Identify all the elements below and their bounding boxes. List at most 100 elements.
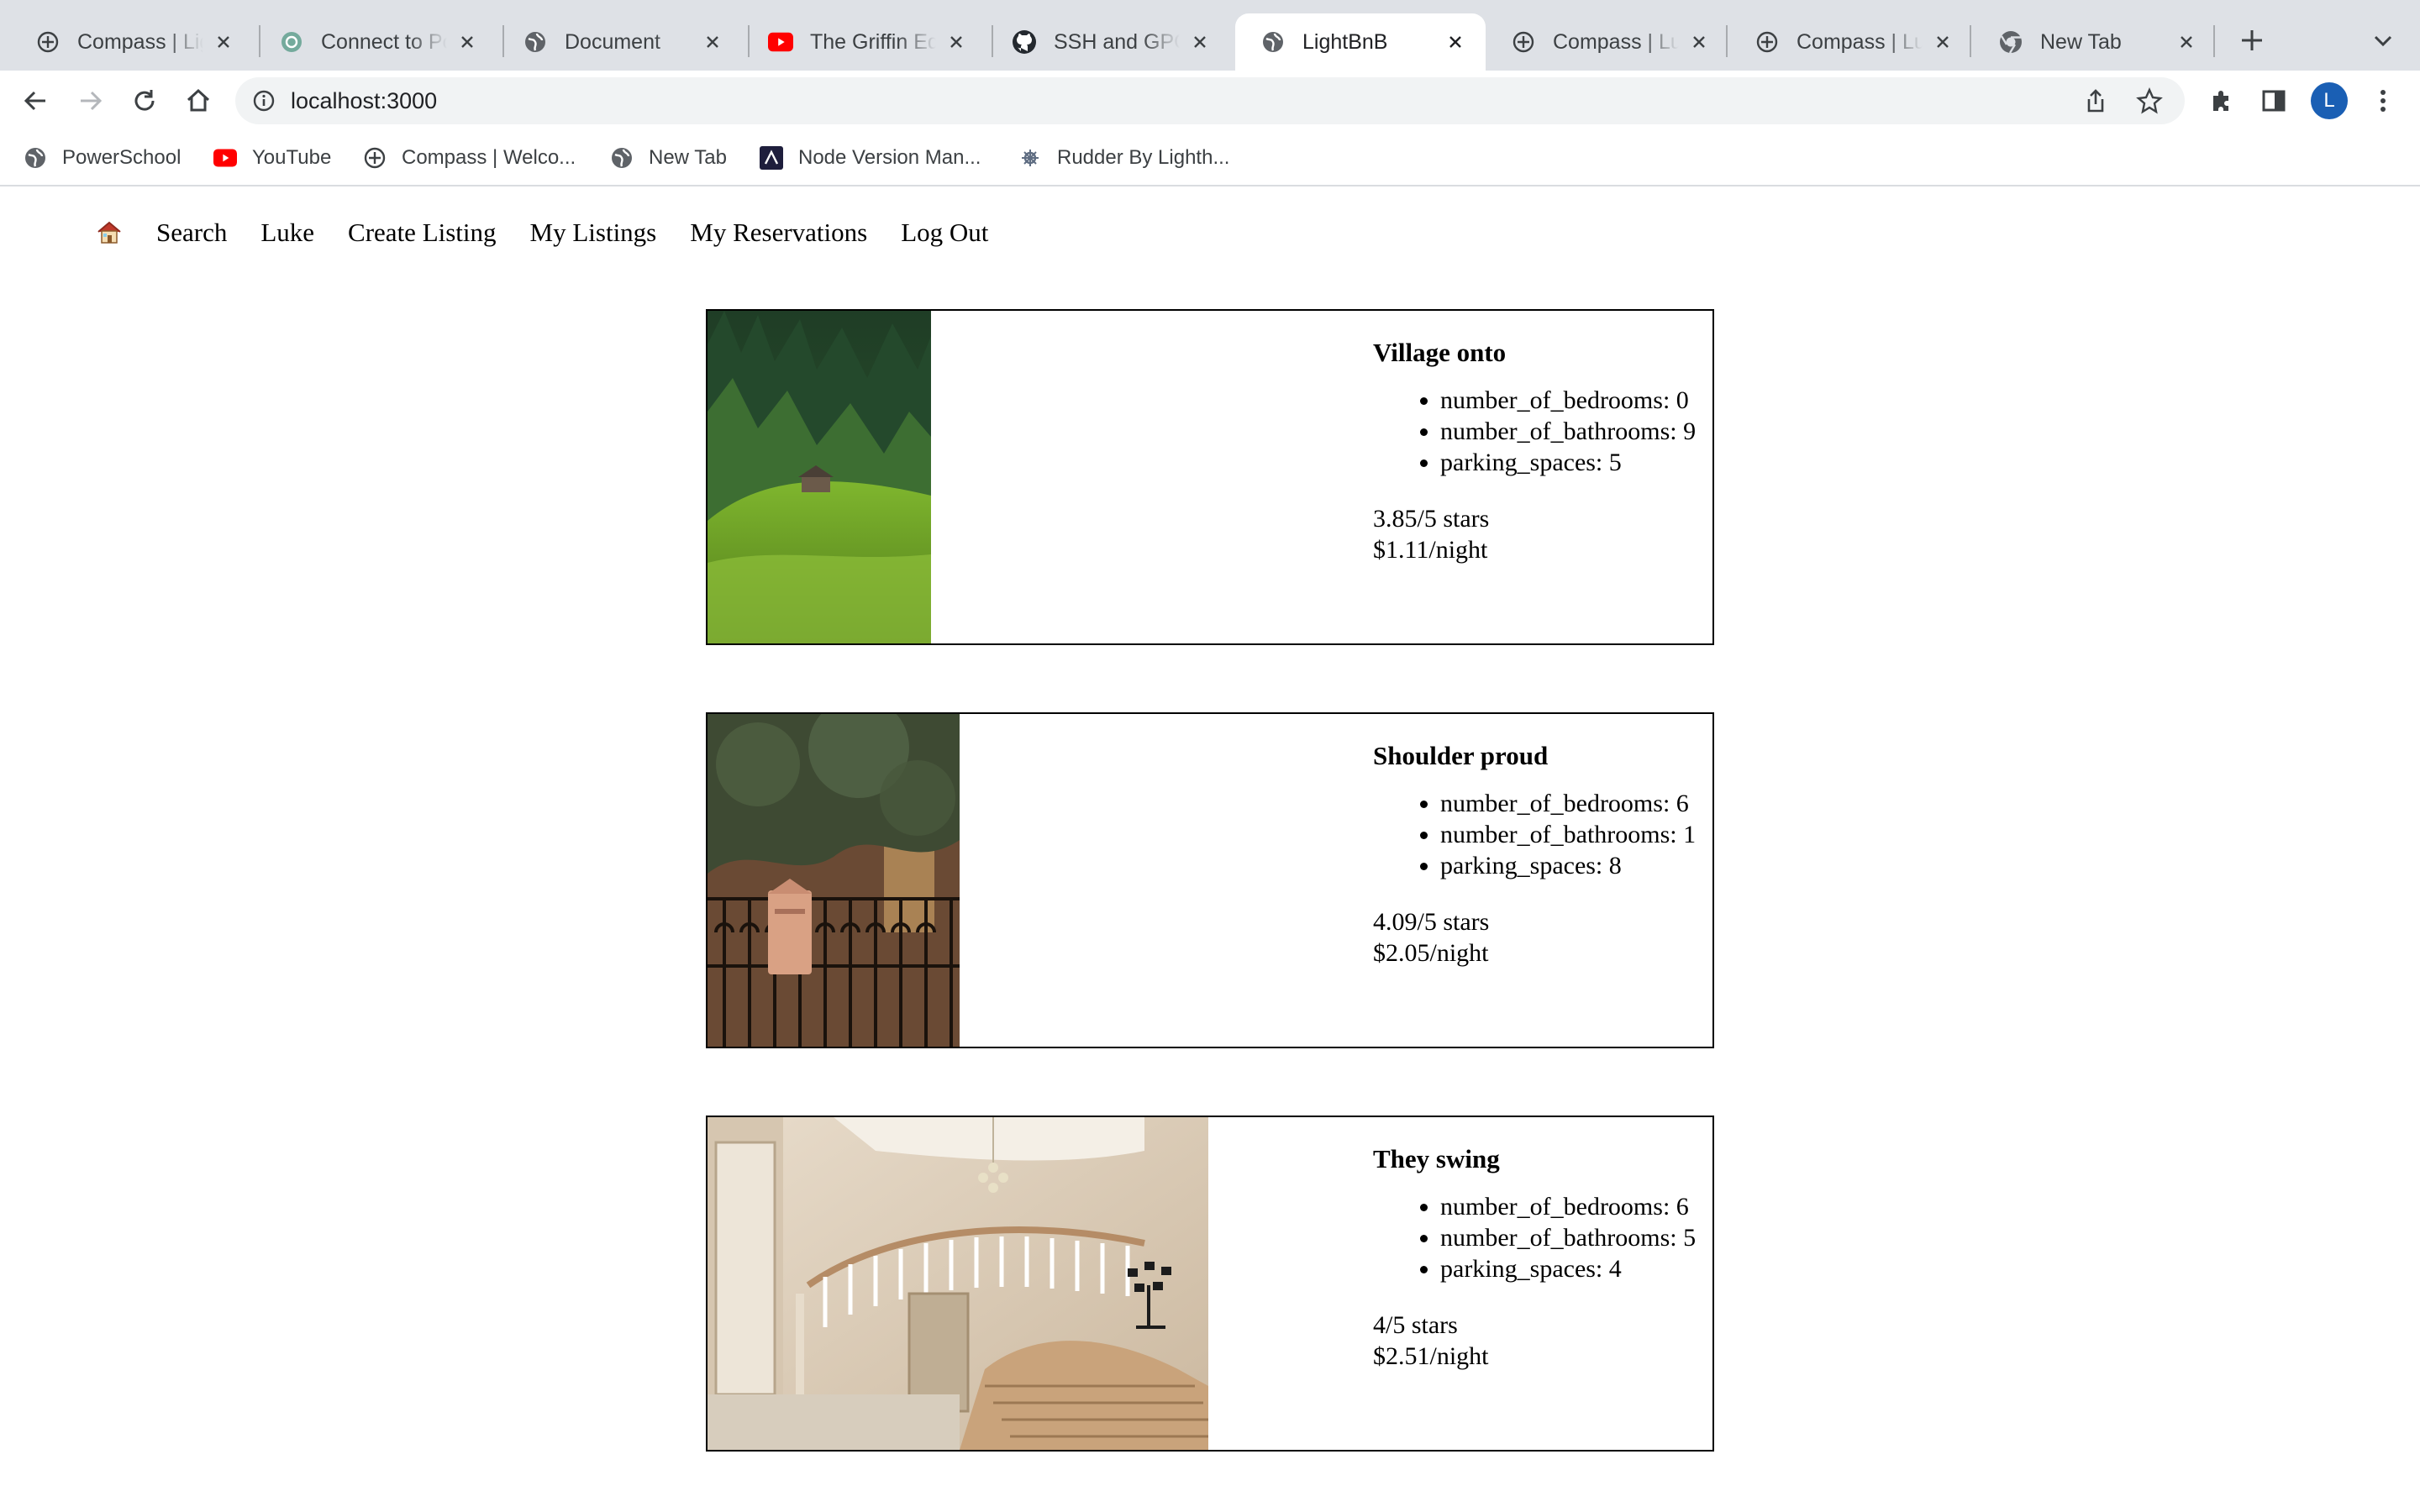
bookmark-node-version-manager[interactable]: Node Version Man...: [760, 143, 981, 173]
compass-icon: [1511, 29, 1536, 55]
listing-rating: 3.85/5 stars: [1373, 505, 1490, 533]
listing-features: number_of_bedrooms: 6 number_of_bathroom…: [1373, 1191, 1696, 1284]
home-button[interactable]: [180, 82, 217, 119]
listing-details: They swing number_of_bedrooms: 6 number_…: [1373, 1142, 1696, 1372]
url-text[interactable]: localhost:3000: [291, 77, 437, 124]
nav-log-out-link[interactable]: Log Out: [901, 218, 988, 248]
share-icon[interactable]: [2082, 87, 2109, 114]
profile-avatar[interactable]: L: [2311, 82, 2348, 119]
nvm-icon: [760, 146, 783, 170]
listing-features: number_of_bedrooms: 0 number_of_bathroom…: [1373, 385, 1696, 478]
reload-icon: [134, 90, 155, 111]
page-content: Search Luke Create Listing My Listings M…: [0, 186, 2420, 1512]
tab-compass-lighthouse[interactable]: Compass | Lighthouse Labs: [10, 13, 254, 71]
gate-mailbox-photo: [708, 714, 960, 1047]
listing-details: Shoulder proud number_of_bedrooms: 6 num…: [1373, 739, 1696, 969]
tab-title: Document: [565, 29, 660, 54]
info-icon[interactable]: [252, 89, 276, 113]
nav-my-listings-link[interactable]: My Listings: [530, 218, 657, 248]
staircase-foyer-photo: [708, 1117, 1208, 1450]
bathrooms-item: number_of_bathrooms: 5: [1440, 1222, 1696, 1253]
close-icon[interactable]: [2175, 30, 2198, 54]
tab-document[interactable]: Document: [497, 13, 743, 71]
tab-connect-postgres[interactable]: Connect to Postgres: [254, 13, 497, 71]
bookmarks-bar: PowerSchool YouTube Compass | Welco... N…: [0, 131, 2420, 186]
site-navigation: Search Luke Create Listing My Listings M…: [94, 212, 1022, 254]
back-button[interactable]: [17, 82, 54, 119]
compass-icon: [1754, 29, 1780, 55]
nav-search-link[interactable]: Search: [156, 218, 227, 248]
tab-griffin-equation[interactable]: The Griffin Equation: [743, 13, 986, 71]
globe-icon: [24, 146, 47, 170]
compass-icon: [35, 29, 60, 55]
close-icon[interactable]: [212, 30, 235, 54]
puzzle-icon: [2213, 91, 2228, 111]
bookmark-label: Compass | Welco...: [402, 146, 576, 169]
tab-search-button[interactable]: [2368, 25, 2398, 55]
close-icon[interactable]: [1188, 30, 1212, 54]
globe-icon: [1260, 29, 1286, 55]
nav-create-listing-link[interactable]: Create Listing: [348, 218, 496, 248]
listing-title: They swing: [1373, 1144, 1500, 1173]
close-icon[interactable]: [1687, 30, 1711, 54]
tab-title: Compass | Lighthouse Labs: [77, 29, 203, 54]
listing-price: $2.51/night: [1373, 1342, 1489, 1370]
tab-new-tab[interactable]: New Tab: [1973, 13, 2217, 71]
bookmark-new-tab[interactable]: New Tab: [610, 143, 727, 173]
tab-strip: Compass | Lighthouse Labs Connect to Pos…: [0, 0, 2420, 71]
parking-item: parking_spaces: 4: [1440, 1253, 1696, 1284]
bookmark-label: New Tab: [649, 146, 727, 169]
extensions-button[interactable]: [2203, 82, 2240, 119]
bookmark-powerschool[interactable]: PowerSchool: [24, 143, 181, 173]
nav-my-reservations-link[interactable]: My Reservations: [690, 218, 867, 248]
bookmark-compass[interactable]: Compass | Welco...: [363, 143, 576, 173]
listing-features: number_of_bedrooms: 6 number_of_bathroom…: [1373, 788, 1696, 881]
bathrooms-item: number_of_bathrooms: 1: [1440, 819, 1696, 850]
back-arrow-icon: [24, 91, 45, 111]
side-panel-button[interactable]: [2255, 82, 2292, 119]
listing-details: Village onto number_of_bedrooms: 0 numbe…: [1373, 336, 1696, 565]
youtube-icon: [768, 29, 793, 55]
tab-title: SSH and GPG keys: [1054, 29, 1180, 54]
address-bar[interactable]: localhost:3000: [235, 77, 2185, 124]
bookmark-star-icon[interactable]: [2136, 87, 2163, 114]
forward-arrow-icon: [81, 91, 103, 111]
close-icon[interactable]: [1444, 30, 1467, 54]
tab-compass-luke[interactable]: Compass | Luke: [1486, 13, 1729, 71]
bookmark-label: Node Version Man...: [798, 146, 981, 169]
parking-item: parking_spaces: 5: [1440, 447, 1696, 478]
parking-item: parking_spaces: 8: [1440, 850, 1696, 881]
bookmark-label: Rudder By Lighth...: [1057, 146, 1230, 169]
globe-icon: [610, 146, 634, 170]
nav-user-link[interactable]: Luke: [260, 218, 314, 248]
tab-title: Compass | Luke: [1553, 29, 1679, 54]
tab-compass-luke[interactable]: Compass | Luke: [1729, 13, 1973, 71]
reload-button[interactable]: [126, 82, 163, 119]
bathrooms-item: number_of_bathrooms: 9: [1440, 416, 1696, 447]
chatgpt-icon: [279, 29, 304, 55]
tab-title: The Griffin Equation: [810, 29, 936, 54]
tab-title: Connect to Postgres: [321, 29, 447, 54]
tab-lightbnb[interactable]: LightBnB: [1235, 13, 1486, 71]
forward-button[interactable]: [72, 82, 109, 119]
new-tab-button[interactable]: [2235, 24, 2269, 57]
bookmark-label: PowerSchool: [62, 146, 182, 169]
rudder-icon: [1018, 146, 1042, 170]
listing-rating: 4.09/5 stars: [1373, 908, 1490, 936]
close-icon[interactable]: [701, 30, 724, 54]
bookmark-rudder[interactable]: Rudder By Lighth...: [1018, 143, 1229, 173]
close-icon[interactable]: [455, 30, 479, 54]
compass-icon: [363, 146, 387, 170]
chevron-down-icon: [2374, 35, 2392, 47]
close-icon[interactable]: [944, 30, 968, 54]
tab-title: Compass | Luke: [1797, 29, 1923, 54]
close-icon[interactable]: [1931, 30, 1954, 54]
house-icon[interactable]: [94, 218, 124, 248]
home-icon: [187, 88, 210, 112]
bookmark-youtube[interactable]: YouTube: [213, 143, 331, 173]
listing-price: $1.11/night: [1373, 536, 1488, 564]
tab-ssh-gpg[interactable]: SSH and GPG keys: [986, 13, 1230, 71]
globe-icon: [523, 29, 548, 55]
browser-menu-button[interactable]: [2365, 82, 2402, 119]
youtube-icon: [213, 146, 237, 170]
